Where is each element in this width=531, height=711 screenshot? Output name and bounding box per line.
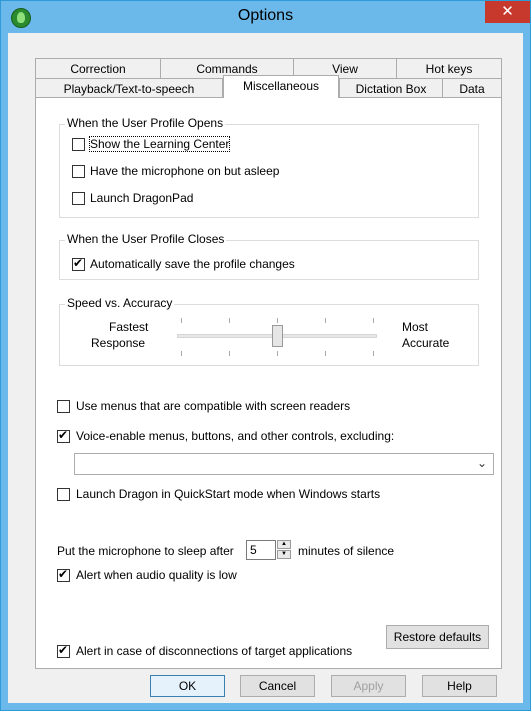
screen-readers-label: Use menus that are compatible with scree… [76,399,351,413]
profile-closes-title: When the User Profile Closes [65,232,227,246]
accurate-label: Accurate [402,336,450,350]
auto-save-checkbox[interactable] [72,256,85,271]
tab-correction[interactable]: Correction [35,58,161,78]
disconnect-alert-label: Alert in case of disconnections of targe… [76,644,353,658]
ok-button[interactable]: OK [150,675,225,697]
exclusion-dropdown[interactable]: ⌄ [74,453,494,475]
response-label: Response [91,336,146,350]
close-button[interactable]: ✕ [485,1,530,23]
help-button[interactable]: Help [422,675,497,697]
title-bar[interactable]: Options ✕ [1,1,530,33]
miscellaneous-panel: When the User Profile Opens Show the Lea… [35,97,502,669]
sleep-suffix-label: minutes of silence [298,544,395,558]
show-learning-center-checkbox[interactable] [72,138,85,151]
tab-hot-keys[interactable]: Hot keys [396,58,502,78]
restore-defaults-button[interactable]: Restore defaults [386,625,489,649]
disconnect-alert-checkbox[interactable] [57,643,70,658]
sleep-prefix-label: Put the microphone to sleep after [57,544,234,558]
spin-down-button[interactable]: ▼ [277,550,291,559]
speed-accuracy-thumb[interactable] [272,325,283,347]
screen-readers-checkbox[interactable] [57,400,70,413]
window-title: Options [237,7,294,24]
cancel-button[interactable]: Cancel [240,675,315,697]
fastest-label: Fastest [109,320,149,334]
launch-dragonpad-checkbox[interactable] [72,192,85,205]
auto-save-label: Automatically save the profile changes [90,257,295,271]
sleep-minutes-input[interactable]: 5 [246,540,276,560]
apply-button[interactable]: Apply [331,675,406,697]
quickstart-label: Launch Dragon in QuickStart mode when Wi… [76,487,381,501]
voice-enable-checkbox[interactable] [57,428,70,443]
tab-data[interactable]: Data [442,78,502,98]
launch-dragonpad-label: Launch DragonPad [90,191,194,205]
tab-dictation-box[interactable]: Dictation Box [339,78,443,98]
mic-on-asleep-label: Have the microphone on but asleep [90,164,280,178]
mic-on-asleep-checkbox[interactable] [72,165,85,178]
tab-playback-text-to-speech[interactable]: Playback/Text-to-speech [35,78,223,98]
chevron-down-icon: ⌄ [476,456,487,470]
most-label: Most [402,320,429,334]
audio-alert-checkbox[interactable] [57,567,70,582]
spin-up-button[interactable]: ▲ [277,540,291,549]
show-learning-center-label: Show the Learning Center [88,136,231,152]
audio-alert-label: Alert when audio quality is low [76,568,237,582]
tab-miscellaneous[interactable]: Miscellaneous [223,75,339,98]
voice-enable-label: Voice-enable menus, buttons, and other c… [76,429,395,443]
speed-accuracy-title: Speed vs. Accuracy [65,296,175,310]
profile-opens-title: When the User Profile Opens [65,116,226,130]
options-dialog: Options ✕ Correction Commands View Hot k… [0,0,531,711]
quickstart-checkbox[interactable] [57,488,70,501]
